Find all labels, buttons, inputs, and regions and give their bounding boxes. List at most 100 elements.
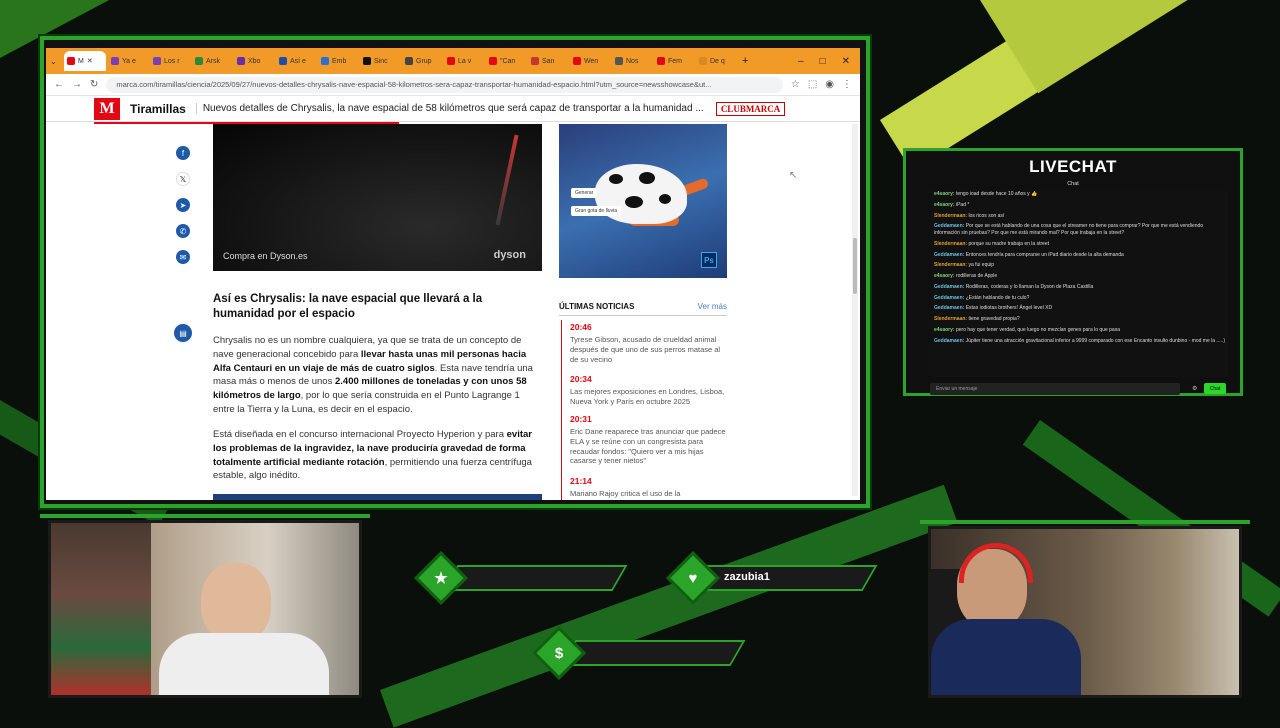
chat-subtitle: Chat — [1067, 181, 1079, 187]
chat-message: Geddamaen: Estas iodiotas brothers! Ánge… — [930, 305, 1228, 312]
tab-label: Xbo — [248, 57, 261, 65]
tab-search-icon[interactable]: ⌄ — [50, 57, 62, 66]
tab[interactable]: Nos — [612, 51, 652, 71]
tab[interactable]: San — [528, 51, 568, 71]
latest-news-header: ÚLTIMAS NOTICIAS Ver más — [559, 302, 727, 316]
marca-favicon-icon — [67, 57, 75, 65]
chat-messages[interactable]: e4saory: tengo ioad desde hace 10 años y… — [930, 191, 1228, 377]
scrollbar-thumb[interactable] — [853, 238, 857, 294]
comments-icon[interactable]: ▤ — [174, 324, 192, 342]
close-window-button[interactable]: ✕ — [842, 56, 850, 67]
chat-text: Rodilleras, coderas y lo llaman la Dyson… — [965, 283, 1094, 290]
tab-favicon-icon — [237, 57, 245, 65]
tab[interactable]: De q — [696, 51, 736, 71]
chat-text: rodilleras de Apple — [955, 273, 998, 279]
chat-username[interactable]: e4saory: — [934, 273, 955, 279]
marca-logo[interactable]: M — [94, 97, 120, 120]
ad-text: Compra en Dyson.es — [223, 251, 308, 261]
new-tab-icon[interactable]: + — [738, 55, 752, 67]
close-icon[interactable]: ✕ — [87, 57, 93, 65]
tab[interactable]: Los r — [150, 51, 190, 71]
chat-text: tiene gravedad propia? — [968, 316, 1020, 322]
tab[interactable]: Así e — [276, 51, 316, 71]
chat-username[interactable]: e4saory: — [934, 191, 955, 197]
chat-username[interactable]: Geddamaen: — [934, 284, 964, 290]
chat-username[interactable]: Slendermaan: — [934, 213, 967, 219]
news-item[interactable]: 20:34 Las mejores exposiciones en Londres… — [570, 374, 730, 407]
settings-icon[interactable]: ⚙ — [1192, 385, 1197, 392]
streamer-face — [201, 563, 271, 643]
chat-text: ¿Están hablando de tu culo? — [965, 294, 1030, 301]
tab[interactable]: Sinc — [360, 51, 400, 71]
tab-label: Emb — [332, 57, 347, 65]
tab[interactable]: Wen — [570, 51, 610, 71]
chat-input[interactable]: Enviar un mensaje — [930, 383, 1180, 395]
maximize-button[interactable]: □ — [820, 56, 826, 67]
photoshop-ad[interactable]: Generar Gran gota de lluvia Ps — [559, 124, 727, 278]
chat-text: Entonces tendría para comprarse un iPad … — [965, 251, 1124, 258]
email-icon[interactable]: ✉ — [176, 250, 190, 264]
tab[interactable]: Grup — [402, 51, 442, 71]
tab-label: De q — [710, 57, 725, 65]
streamer-hoodie — [931, 619, 1081, 695]
article-paragraph: Está diseñada en el concurso internacion… — [213, 428, 543, 483]
chat-username[interactable]: e4saory: — [934, 202, 955, 208]
news-item[interactable]: 20:46 Tyrese Gibson, acusado de crueldad … — [570, 322, 730, 364]
chat-message: Geddamaen: ¿Están hablando de tu culo? — [930, 295, 1228, 302]
tab-label: Ya e — [122, 57, 136, 65]
chat-username[interactable]: Geddamaen: — [934, 305, 964, 311]
tab[interactable]: La v — [444, 51, 484, 71]
news-text: Mariano Rajoy critica el uso de la — [570, 489, 681, 498]
url-field[interactable]: marca.com/tiramillas/ciencia/2025/09/27/… — [106, 76, 783, 93]
chat-text: pero hay que tener verdad, que luego no … — [955, 326, 1120, 333]
chat-username[interactable]: Slendermaan: — [934, 316, 967, 322]
tab[interactable]: Arsk — [192, 51, 232, 71]
facebook-icon[interactable]: f — [176, 146, 190, 160]
address-bar: ← → ↻ marca.com/tiramillas/ciencia/2025/… — [46, 74, 860, 96]
tab[interactable]: Xbo — [234, 51, 274, 71]
chat-send-button[interactable]: Chat — [1204, 383, 1226, 394]
tab[interactable]: "Can — [486, 51, 526, 71]
site-header: M Tiramillas Nuevos detalles de Chrysali… — [46, 96, 860, 122]
section-link[interactable]: Tiramillas — [130, 102, 186, 116]
whatsapp-icon[interactable]: ✆ — [176, 224, 190, 238]
tab[interactable]: Fem — [654, 51, 694, 71]
news-time: 20:31 — [570, 414, 592, 424]
frog-spot — [659, 194, 671, 204]
menu-dots-icon[interactable]: ⋮ — [842, 79, 852, 90]
chat-username[interactable]: Geddamaen: — [934, 223, 964, 229]
back-arrow-icon[interactable]: ← — [54, 79, 64, 90]
chat-message: Slendermaan: los ricos son así — [930, 213, 1228, 220]
background-flag — [51, 523, 151, 695]
tab-label: "Can — [500, 57, 516, 65]
dyson-ad[interactable]: Compra en Dyson.es dyson — [213, 124, 542, 271]
tab[interactable]: Emb — [318, 51, 358, 71]
chat-username[interactable]: Geddamaen: — [934, 338, 964, 344]
chat-username[interactable]: Geddamaen: — [934, 252, 964, 258]
clubmarca-logo[interactable]: CLUBMARCA — [715, 101, 786, 116]
x-icon[interactable]: 𝕏 — [176, 172, 190, 186]
reload-icon[interactable]: ↻ — [90, 79, 98, 90]
star-icon: ★ — [434, 570, 448, 587]
chat-username[interactable]: e4saory: — [934, 327, 955, 333]
profile-icon[interactable]: ◉ — [825, 79, 834, 90]
telegram-icon[interactable]: ➤ — [176, 198, 190, 212]
forward-arrow-icon[interactable]: → — [72, 79, 82, 90]
extensions-icon[interactable]: ⬚ — [808, 79, 817, 90]
next-image — [213, 494, 542, 500]
webcam-right — [928, 526, 1242, 698]
news-item[interactable]: 21:14 Mariano Rajoy critica el uso de la — [570, 476, 730, 499]
chat-username[interactable]: Geddamaen: — [934, 295, 964, 301]
news-text: Tyrese Gibson, acusado de crueldad anima… — [570, 335, 721, 364]
chat-username[interactable]: Slendermaan: — [934, 241, 967, 247]
bookmark-star-icon[interactable]: ☆ — [791, 79, 800, 90]
chat-username[interactable]: Slendermaan: — [934, 262, 967, 268]
see-more-link[interactable]: Ver más — [698, 302, 727, 311]
scrollbar[interactable] — [852, 124, 858, 496]
subscriber-alert-bar — [692, 565, 878, 591]
livechat-panel: LIVECHAT Chat e4saory: tengo ioad desde … — [903, 148, 1243, 396]
minimize-button[interactable]: – — [798, 56, 804, 67]
tab-active[interactable]: M ✕ — [64, 51, 106, 71]
tab[interactable]: Ya e — [108, 51, 148, 71]
news-item[interactable]: 20:31 Eric Dane reaparece tras anunciar q… — [570, 414, 730, 466]
